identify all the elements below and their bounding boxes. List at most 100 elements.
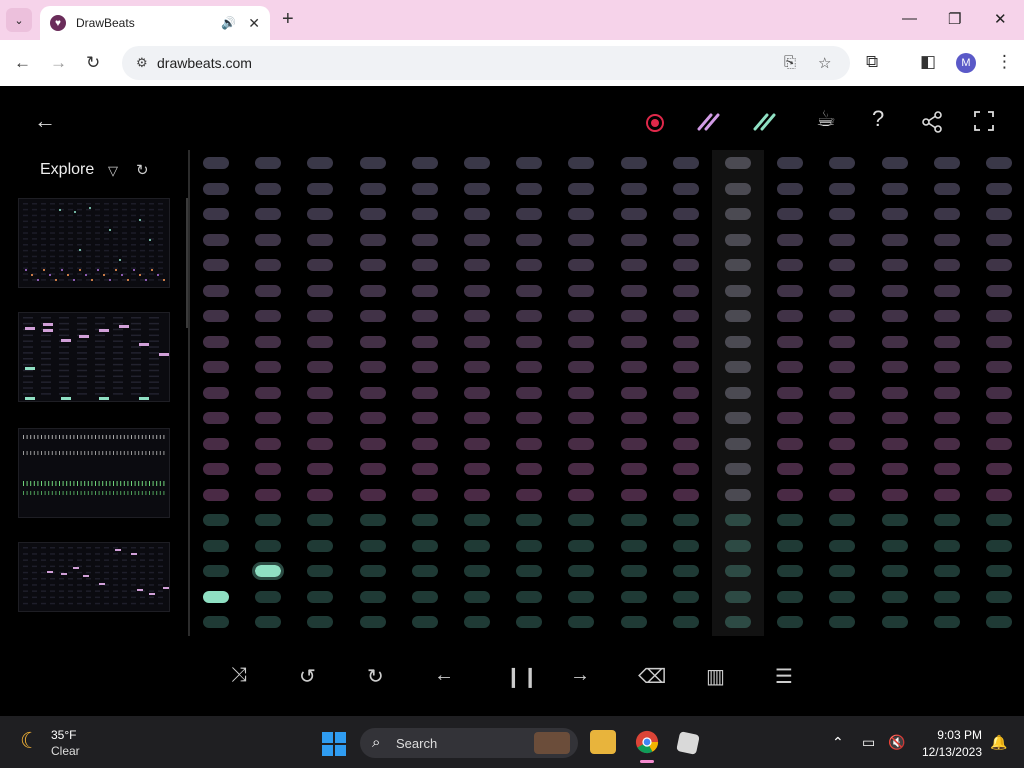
grid-cell[interactable] [933,514,960,526]
grid-cell[interactable] [359,310,386,322]
grid-cell[interactable] [464,310,490,322]
grid-cell[interactable] [829,565,856,577]
chrome-icon[interactable] [634,730,660,754]
grid-cell[interactable] [986,386,1012,399]
grid-cell[interactable] [516,284,543,297]
grid-cell[interactable] [411,208,438,220]
grid-cell[interactable] [411,514,438,526]
grid-cell[interactable] [464,284,490,297]
grid-cell[interactable] [672,361,699,373]
grid-cell[interactable] [672,412,699,424]
grid-cell[interactable] [620,463,647,475]
grid-cell[interactable] [933,157,960,169]
grid-cell[interactable] [881,310,908,322]
grid-cell[interactable] [725,437,751,450]
grid-cell[interactable] [568,233,595,246]
grid-cell[interactable] [620,514,647,526]
grid-cell[interactable] [620,437,647,450]
grid-cell[interactable] [252,562,285,580]
grid-cell[interactable] [672,310,699,322]
grid-cell[interactable] [986,514,1012,526]
grid-cell[interactable] [464,386,490,399]
grid-cell[interactable] [307,539,334,552]
grid-cell[interactable] [203,259,229,271]
grid-cell[interactable] [464,590,490,603]
grid-cell[interactable] [829,208,856,220]
grid-cell[interactable] [986,590,1012,603]
grid-cell[interactable] [672,565,699,577]
side-panel-icon[interactable]: ◧ [920,52,936,72]
grid-cell[interactable] [933,284,960,297]
grid-cell[interactable] [411,335,438,348]
grid-cell[interactable] [255,233,282,246]
grid-cell[interactable] [359,514,386,526]
weather-temp[interactable]: 35°F [51,728,76,742]
grid-cell[interactable] [672,233,699,246]
grid-cell[interactable] [464,437,490,450]
grid-cell[interactable] [516,310,543,322]
shuffle-icon[interactable]: ⤨ [231,664,247,687]
grid-cell[interactable] [881,157,908,169]
grid-cell[interactable] [777,514,804,526]
grid-cell[interactable] [516,208,543,220]
grid-cell[interactable] [620,182,647,195]
grid-cell[interactable] [672,386,699,399]
grid-cell[interactable] [359,565,386,577]
grid-cell[interactable] [620,565,647,577]
grid-cell[interactable] [307,412,334,424]
grid-cell[interactable] [777,539,804,552]
explore-thumbnail-4[interactable] [18,542,170,612]
grid-cell[interactable] [411,157,438,169]
grid-cell[interactable] [829,233,856,246]
grid-cell[interactable] [725,412,751,424]
grid-cell[interactable] [933,437,960,450]
grid-cell[interactable] [255,182,282,195]
network-icon[interactable]: ▭ [862,734,875,751]
grid-cell[interactable] [464,259,490,271]
grid-cell[interactable] [777,182,804,195]
grid-cell[interactable] [881,361,908,373]
grid-cell[interactable] [725,208,751,220]
grid-cell[interactable] [568,361,595,373]
grid-cell[interactable] [777,157,804,169]
grid-cell[interactable] [725,335,751,348]
coffee-icon[interactable]: ☕ [816,106,836,132]
grid-cell[interactable] [881,590,908,603]
grid-cell[interactable] [933,361,960,373]
grid-cell[interactable] [986,488,1012,501]
grid-cell[interactable] [986,616,1012,628]
grid-cell[interactable] [620,616,647,628]
grid-cell[interactable] [986,412,1012,424]
grid-cell[interactable] [986,539,1012,552]
grid-cell[interactable] [672,488,699,501]
grid-cell[interactable] [464,208,490,220]
grid-cell[interactable] [829,182,856,195]
grid-cell[interactable] [307,488,334,501]
forward-icon[interactable]: → [50,53,67,73]
grid-cell[interactable] [203,539,229,552]
grid-cell[interactable] [620,259,647,271]
grid-cell[interactable] [568,157,595,169]
grid-cell[interactable] [307,616,334,628]
grid-cell[interactable] [255,208,282,220]
grid-cell[interactable] [359,488,386,501]
grid-cell[interactable] [725,565,751,577]
grid-cell[interactable] [777,335,804,348]
grid-cell[interactable] [933,259,960,271]
grid-cell[interactable] [672,514,699,526]
grid-cell[interactable] [620,539,647,552]
grid-cell[interactable] [725,310,751,322]
omnibox[interactable]: ⚙ drawbeats.com ⎘ ☆ [122,46,850,80]
grid-cell[interactable] [464,565,490,577]
grid-cell[interactable] [359,259,386,271]
grid-cell[interactable] [933,208,960,220]
grid-cell[interactable] [359,616,386,628]
grid-cell[interactable] [829,335,856,348]
grid-cell[interactable] [359,386,386,399]
grid-cell[interactable] [672,259,699,271]
grid-cell[interactable] [829,310,856,322]
grid-cell[interactable] [203,437,229,450]
grid-cell[interactable] [881,514,908,526]
grid-cell[interactable] [568,310,595,322]
grid-cell[interactable] [672,182,699,195]
